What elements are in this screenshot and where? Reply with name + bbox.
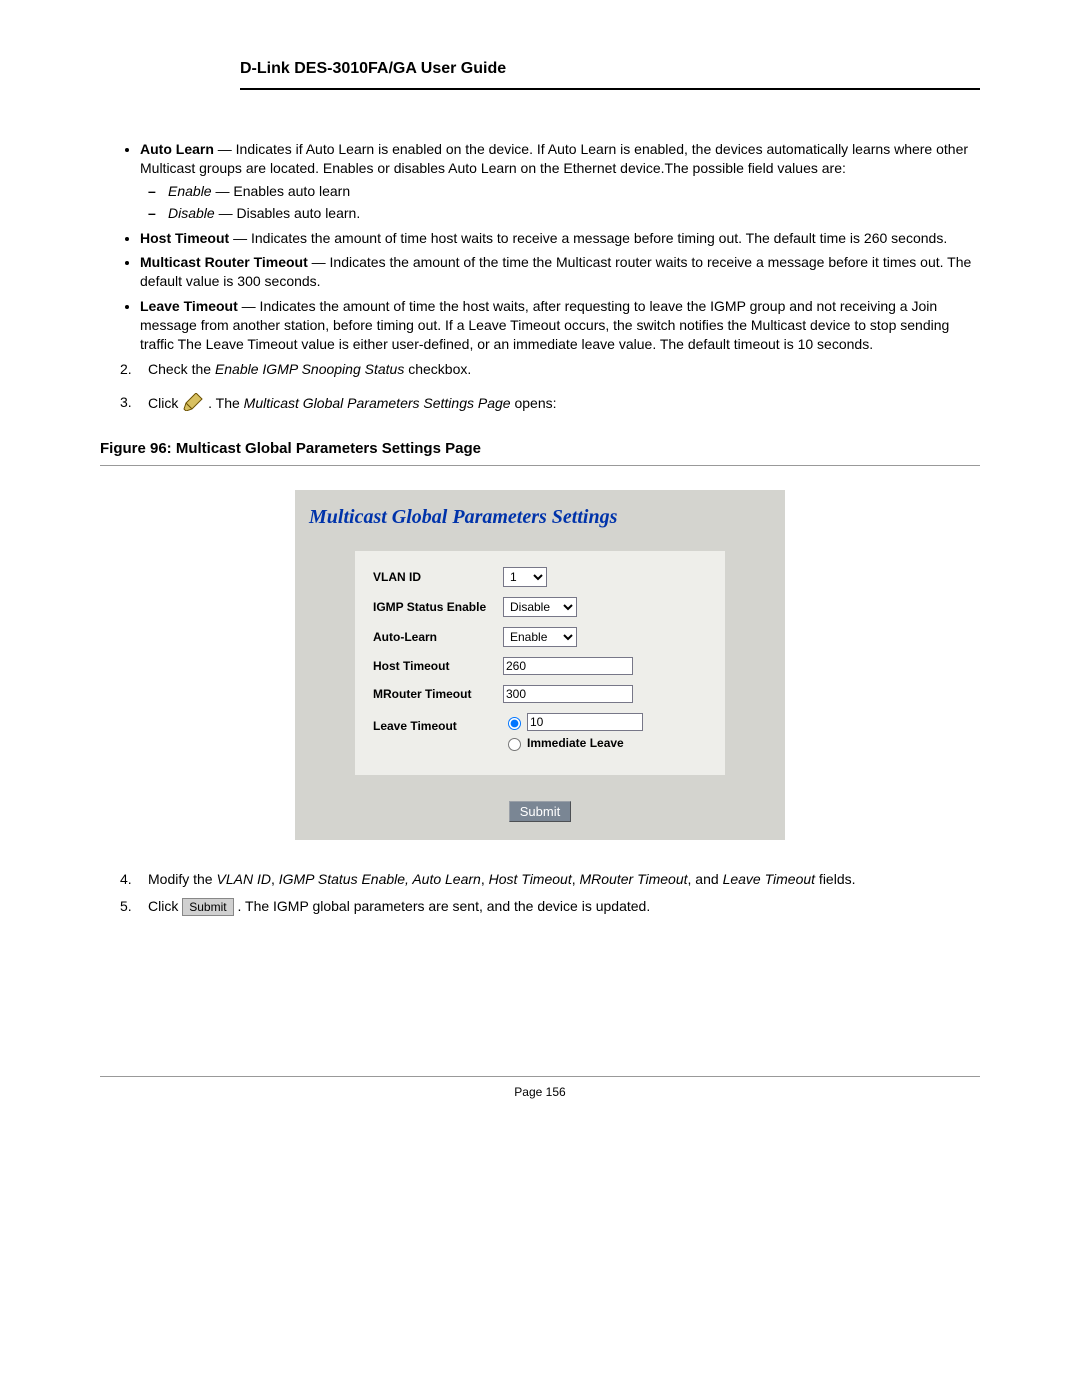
step-4-sep3: , [572, 871, 580, 887]
leave-timeout-row: Leave Timeout Immediate Leave [373, 713, 707, 755]
enable-term: Enable [168, 183, 212, 199]
step-4-f3: Host Timeout [489, 871, 572, 887]
immediate-leave-label: Immediate Leave [527, 736, 624, 750]
step-3-text-d: opens: [511, 395, 557, 411]
settings-panel: Multicast Global Parameters Settings VLA… [295, 490, 785, 840]
steps-list-upper: 2. Check the Enable IGMP Snooping Status… [100, 360, 980, 416]
step-5: 5. Click Submit . The IGMP global parame… [120, 897, 980, 916]
pencil-edit-icon [182, 393, 204, 416]
step-4-f5: Leave Timeout [723, 871, 815, 887]
step-5-text-b: . The IGMP global parameters are sent, a… [237, 898, 650, 914]
host-timeout-input[interactable] [503, 657, 633, 675]
host-timeout-item: Host Timeout — Indicates the amount of t… [140, 229, 980, 248]
step-2-text-c: checkbox. [404, 361, 471, 377]
vlan-id-label: VLAN ID [373, 570, 503, 584]
disable-value: Disable — Disables auto learn. [168, 204, 980, 223]
host-timeout-desc: — Indicates the amount of time host wait… [229, 230, 947, 246]
mrouter-timeout-label: MRouter Timeout [373, 687, 503, 701]
step-4-f4: MRouter Timeout [580, 871, 688, 887]
mrouter-timeout-item: Multicast Router Timeout — Indicates the… [140, 253, 980, 291]
field-descriptions-list: Auto Learn — Indicates if Auto Learn is … [100, 140, 980, 354]
vlan-id-row: VLAN ID 1 [373, 567, 707, 587]
step-3-text-a: Click [148, 395, 182, 411]
step-2-number: 2. [120, 360, 132, 379]
step-4-text-a: Modify the [148, 871, 216, 887]
step-2-text-a: Check the [148, 361, 215, 377]
step-4-sep1: , [271, 871, 279, 887]
page-header: D-Link DES-3010FA/GA User Guide [240, 60, 980, 90]
step-4-text-end: fields. [815, 871, 855, 887]
submit-button[interactable]: Submit [509, 801, 571, 822]
step-2-checkbox-name: Enable IGMP Snooping Status [215, 361, 404, 377]
settings-form: VLAN ID 1 IGMP Status Enable Disable Aut… [355, 551, 725, 775]
igmp-status-row: IGMP Status Enable Disable [373, 597, 707, 617]
host-timeout-term: Host Timeout [140, 230, 229, 246]
leave-timeout-radio-value[interactable] [508, 717, 521, 730]
vlan-id-select[interactable]: 1 [503, 567, 547, 587]
step-4-f2: IGMP Status Enable, Auto Learn [279, 871, 481, 887]
auto-learn-item: Auto Learn — Indicates if Auto Learn is … [140, 140, 980, 223]
leave-timeout-input[interactable] [527, 713, 643, 731]
leave-timeout-radio-immediate[interactable] [508, 738, 521, 751]
host-timeout-row: Host Timeout [373, 657, 707, 675]
figure-caption: Figure 96: Multicast Global Parameters S… [100, 440, 980, 466]
auto-learn-select[interactable]: Enable [503, 627, 577, 647]
leave-timeout-item: Leave Timeout — Indicates the amount of … [140, 297, 980, 354]
step-3: 3. Click . The Multicast Global Paramete… [120, 393, 980, 416]
igmp-status-label: IGMP Status Enable [373, 600, 503, 614]
disable-desc: — Disables auto learn. [215, 205, 361, 221]
step-3-text-b: . The [208, 395, 244, 411]
step-2: 2. Check the Enable IGMP Snooping Status… [120, 360, 980, 379]
inline-submit-icon: Submit [182, 898, 233, 916]
leave-term: Leave Timeout [140, 298, 238, 314]
auto-learn-row: Auto-Learn Enable [373, 627, 707, 647]
auto-learn-term: Auto Learn [140, 141, 214, 157]
enable-desc: — Enables auto learn [212, 183, 351, 199]
mrouter-term: Multicast Router Timeout [140, 254, 308, 270]
auto-learn-values: Enable — Enables auto learn Disable — Di… [140, 182, 980, 223]
leave-timeout-label: Leave Timeout [373, 713, 503, 733]
step-5-text-a: Click [148, 898, 182, 914]
auto-learn-desc: — Indicates if Auto Learn is enabled on … [140, 141, 968, 176]
step-4-sep2: , [481, 871, 489, 887]
step-3-number: 3. [120, 393, 132, 412]
step-4: 4. Modify the VLAN ID, IGMP Status Enabl… [120, 870, 980, 889]
leave-desc: — Indicates the amount of time the host … [140, 298, 949, 352]
step-5-number: 5. [120, 897, 132, 916]
host-timeout-label: Host Timeout [373, 659, 503, 673]
page-footer: Page 156 [100, 1076, 980, 1099]
auto-learn-label: Auto-Learn [373, 630, 503, 644]
step-3-page-name: Multicast Global Parameters Settings Pag… [244, 395, 511, 411]
step-4-number: 4. [120, 870, 132, 889]
igmp-status-select[interactable]: Disable [503, 597, 577, 617]
enable-value: Enable — Enables auto learn [168, 182, 980, 201]
mrouter-timeout-row: MRouter Timeout [373, 685, 707, 703]
step-4-f1: VLAN ID [216, 871, 270, 887]
step-4-sep4: , and [688, 871, 723, 887]
disable-term: Disable [168, 205, 215, 221]
steps-list-lower: 4. Modify the VLAN ID, IGMP Status Enabl… [100, 870, 980, 916]
mrouter-timeout-input[interactable] [503, 685, 633, 703]
panel-title: Multicast Global Parameters Settings [295, 490, 785, 539]
